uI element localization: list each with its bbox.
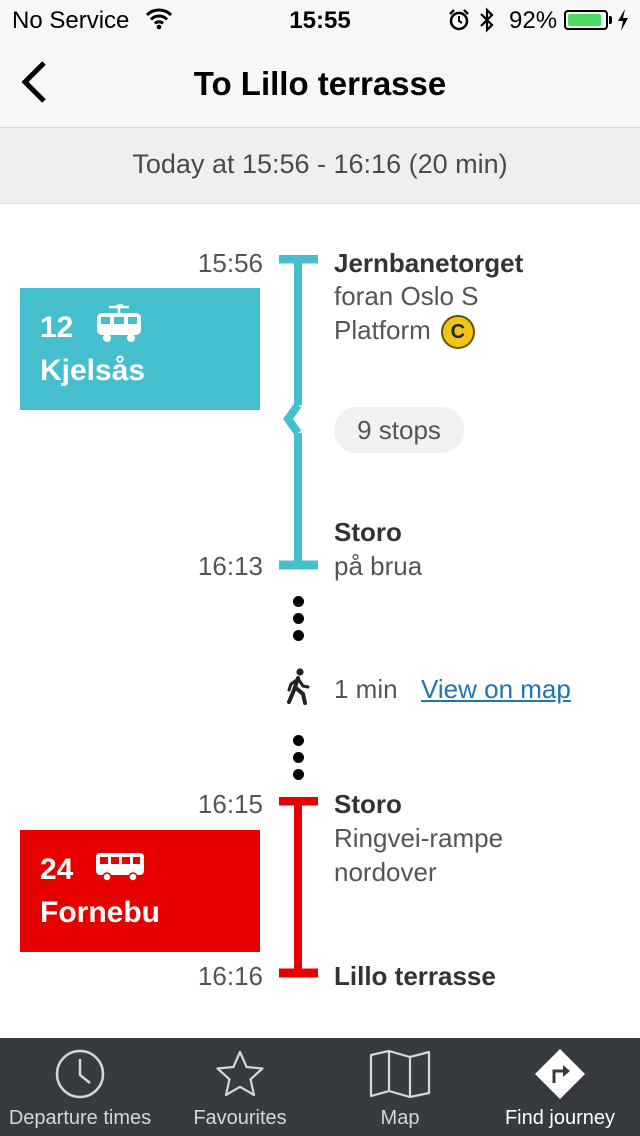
arrival-time: 16:13 <box>197 551 263 581</box>
departure-stop-detail: Ringvei-rampe <box>334 823 504 853</box>
route-line-bus <box>279 797 318 978</box>
navigation-bar: To Lillo terrasse <box>0 40 640 128</box>
tab-bar: Departure times Favourites Map Find jour… <box>0 1038 640 1136</box>
journey-summary-text: Today at 15:56 - 16:16 (20 min) <box>132 149 508 179</box>
page-title: To Lillo terrasse <box>193 65 447 102</box>
connector-dot <box>293 735 304 746</box>
arrival-stop-name: Lillo terrasse <box>334 961 496 991</box>
connector-dot <box>293 596 304 607</box>
line-badge: 12 Kjelsås <box>20 288 260 410</box>
battery-tip <box>609 16 612 24</box>
walking-icon <box>284 668 312 711</box>
tab-label: Favourites <box>193 1107 287 1129</box>
star-icon <box>214 1049 266 1104</box>
connector-dot <box>293 613 304 624</box>
departure-stop-name: Jernbanetorget <box>334 248 524 278</box>
departure-stop-name: Storo <box>334 789 402 819</box>
bluetooth-icon <box>478 7 496 38</box>
arrival-stop-detail: på brua <box>334 551 423 581</box>
route-line-tram <box>279 255 318 570</box>
tab-departure-times[interactable]: Departure times <box>0 1038 160 1136</box>
status-bar: No Service 15:55 92% <box>0 0 640 40</box>
journey-summary: Today at 15:56 - 16:16 (20 min) <box>0 128 640 204</box>
line-number: 12 <box>40 311 74 344</box>
connector-dot <box>293 630 304 641</box>
alarm-icon <box>448 9 470 36</box>
charging-icon <box>616 8 630 37</box>
line-destination: Kjelsås <box>40 354 146 387</box>
bus-icon <box>95 850 145 890</box>
map-icon <box>369 1049 431 1104</box>
tab-favourites[interactable]: Favourites <box>160 1038 320 1136</box>
line-badge: 24 Fornebu <box>20 830 260 952</box>
view-on-map-link[interactable]: View on map <box>421 674 571 705</box>
platform-badge: C <box>440 315 475 350</box>
departure-stop-detail: nordover <box>334 857 437 887</box>
tab-label: Map <box>380 1107 420 1129</box>
departure-time: 15:56 <box>197 248 263 278</box>
departure-stop-detail: foran Oslo S <box>334 281 479 311</box>
line-number: 24 <box>40 853 74 886</box>
tram-icon <box>95 302 143 352</box>
tab-find-journey[interactable]: Find journey <box>480 1038 640 1136</box>
connector-dot <box>293 769 304 780</box>
directions-icon <box>533 1047 587 1106</box>
tab-map[interactable]: Map <box>320 1038 480 1136</box>
tab-label: Departure times <box>8 1107 152 1129</box>
arrival-stop-name: Storo <box>334 517 402 547</box>
departure-time: 16:15 <box>197 789 263 819</box>
walk-duration: 1 min <box>334 674 398 704</box>
connector-dot <box>293 752 304 763</box>
battery-icon <box>564 10 608 30</box>
platform-info: Platform C <box>334 313 475 350</box>
tab-label: Find journey <box>504 1107 616 1129</box>
clock-icon <box>54 1048 106 1105</box>
battery-percent: 92% <box>509 7 558 34</box>
arrival-time: 16:16 <box>197 961 263 991</box>
line-destination: Fornebu <box>40 896 160 929</box>
chevron-left-icon <box>20 60 48 109</box>
battery-level <box>568 14 602 26</box>
intermediate-stops-button[interactable]: 9 stops <box>334 407 464 453</box>
back-button[interactable] <box>10 56 58 112</box>
platform-label: Platform <box>334 315 431 345</box>
